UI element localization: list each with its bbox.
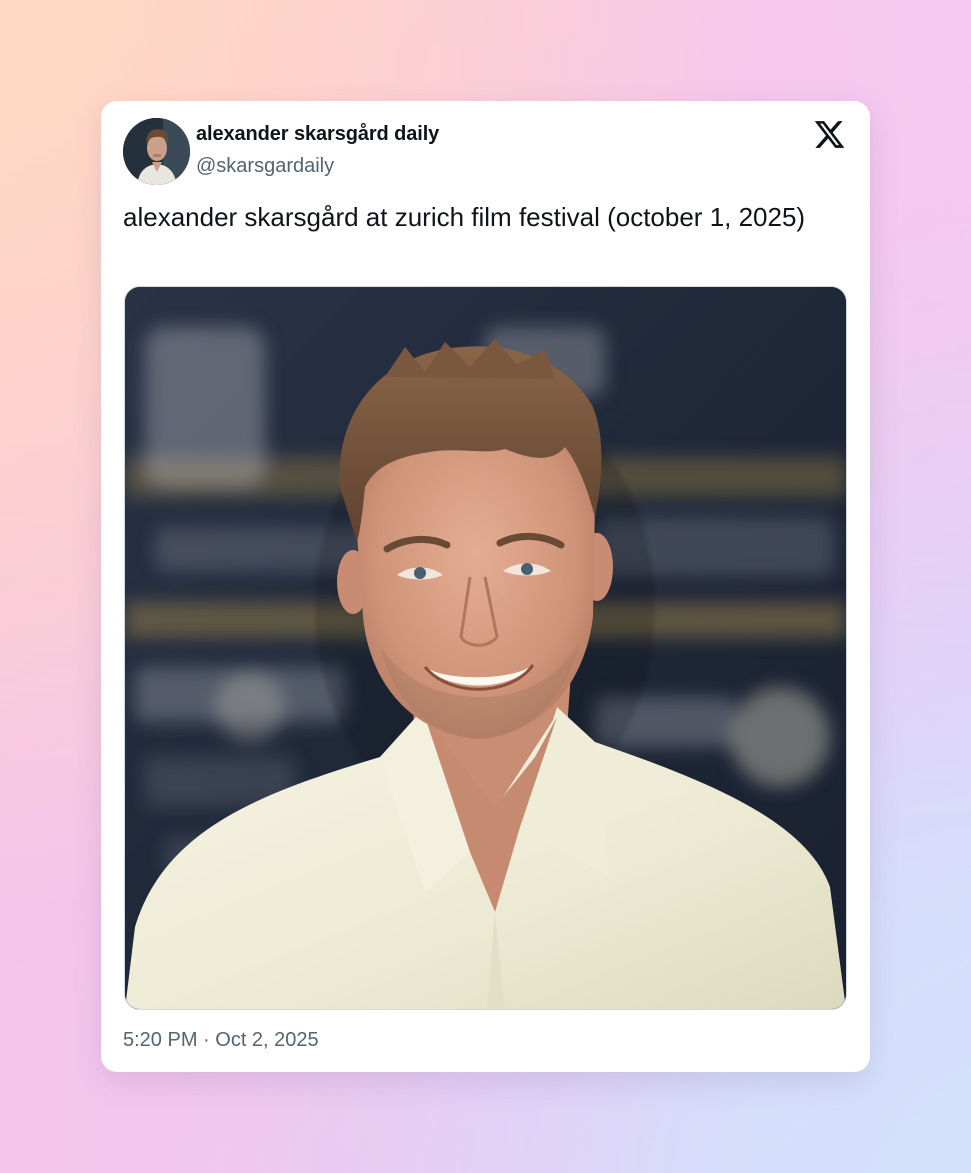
portrait-photo <box>125 287 846 1009</box>
tweet-text: alexander skarsgård at zurich film festi… <box>123 202 806 232</box>
author-avatar[interactable] <box>123 118 190 185</box>
author-display-name[interactable]: alexander skarsgård daily <box>196 123 439 146</box>
tweet-card: alexander skarsgård daily @skarsgardaily… <box>101 101 870 1072</box>
avatar-image <box>123 118 190 185</box>
x-logo-icon[interactable] <box>813 118 846 151</box>
author-handle[interactable]: @skarsgardaily <box>196 155 334 178</box>
tweet-photo[interactable] <box>124 286 847 1010</box>
tweet-timestamp[interactable]: 5:20 PM · Oct 2, 2025 <box>123 1029 319 1052</box>
